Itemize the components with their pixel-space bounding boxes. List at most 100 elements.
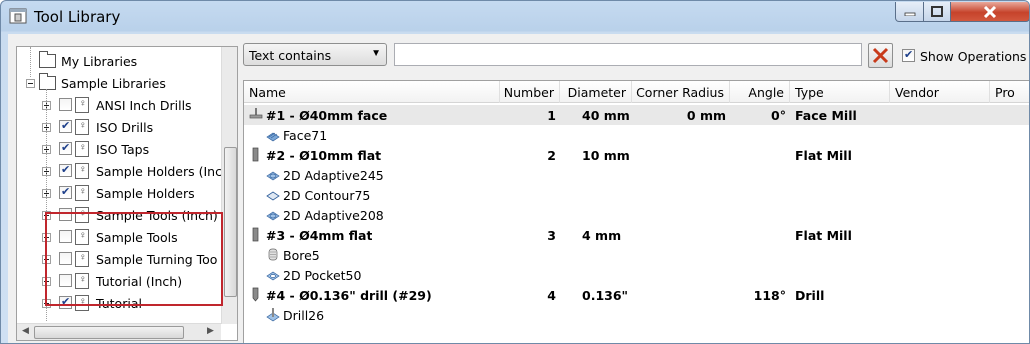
selection-highlight-box (45, 212, 223, 306)
cell-number: 2 (547, 148, 556, 163)
tree-connector-line (30, 47, 31, 77)
cell-corner-radius: 0 mm (686, 108, 726, 123)
tool-row[interactable]: #1 - Ø40mm face 1 40 mm 0 mm 0° Face Mill (244, 105, 1029, 125)
operation-row[interactable]: Drill26 (244, 305, 1029, 325)
cell-diameter: 0.136" (582, 288, 629, 303)
cell-number: 3 (547, 228, 556, 243)
tree-item[interactable]: My Libraries (17, 51, 237, 73)
clear-icon (872, 47, 889, 64)
cell-type: Face Mill (795, 108, 857, 123)
column-header-type[interactable]: Type (790, 81, 890, 103)
operation-name: 2D Pocket50 (283, 268, 362, 283)
filter-search-input[interactable] (394, 43, 862, 66)
tool-table: Name Number Diameter Corner Radius Angle… (243, 80, 1029, 343)
tool-row[interactable]: #2 - Ø10mm flat 2 10 mm Flat Mill (244, 145, 1029, 165)
tree-item[interactable]: ISO Taps (17, 139, 237, 161)
operation-row[interactable]: 2D Contour75 (244, 185, 1029, 205)
tree-item[interactable]: Sample Holders (17, 183, 237, 205)
drill-op-icon (266, 305, 282, 325)
cell-angle: 0° (771, 108, 786, 123)
cell-number: 1 (547, 108, 556, 123)
face-op-icon (266, 125, 282, 145)
collapse-icon[interactable] (26, 79, 35, 88)
filter-mode-value: Text contains (249, 48, 332, 63)
folder-icon (39, 51, 56, 68)
table-header: Name Number Diameter Corner Radius Angle… (244, 81, 1029, 103)
dialog-body: My Libraries Sample Libraries ANSI Inch Dr… (8, 34, 1029, 343)
cell-diameter: 40 mm (582, 108, 630, 123)
tool-name: #1 - Ø40mm face (266, 108, 388, 123)
operation-name: 2D Adaptive208 (283, 208, 384, 223)
cell-type: Drill (795, 288, 825, 303)
cell-diameter: 4 mm (582, 228, 622, 243)
tree-item[interactable]: ANSI Inch Drills (17, 95, 237, 117)
pocket-op-icon (266, 265, 282, 285)
maximize-button[interactable] (923, 2, 951, 22)
scroll-left-icon[interactable]: ◀ (22, 326, 29, 336)
title-bar[interactable]: Tool Library (1, 1, 1029, 34)
column-header-name[interactable]: Name (244, 81, 500, 103)
tool-library-icon (9, 8, 27, 24)
tool-row[interactable]: #3 - Ø4mm flat 3 4 mm Flat Mill (244, 225, 1029, 245)
tool-name: #2 - Ø10mm flat (266, 148, 382, 163)
column-header-number[interactable]: Number (500, 81, 560, 103)
flat-mill-icon (249, 225, 265, 245)
operation-row[interactable]: 2D Adaptive245 (244, 165, 1029, 185)
column-header-vendor[interactable]: Vendor (890, 81, 990, 103)
close-button[interactable] (950, 2, 1029, 22)
adaptive-op-icon (266, 205, 282, 225)
tool-row[interactable]: #4 - Ø0.136" drill (#29) 4 0.136" 118° Drill (244, 285, 1029, 305)
cell-type: Flat Mill (795, 228, 852, 243)
tree-item-label: ISO Drills (96, 120, 154, 135)
library-checkbox[interactable] (59, 98, 72, 111)
column-header-diameter[interactable]: Diameter (560, 81, 632, 103)
contour-op-icon (266, 185, 282, 205)
flat-mill-icon (249, 145, 265, 165)
tree-horizontal-scrollbar[interactable]: ◀ ▶ (17, 323, 221, 340)
tree-horizontal-scroll-thumb[interactable] (34, 326, 184, 339)
window-title: Tool Library (34, 8, 121, 26)
clear-filter-button[interactable] (868, 43, 893, 68)
column-header-product[interactable]: Pro (990, 81, 1029, 103)
tree-item-label: ANSI Inch Drills (96, 98, 192, 113)
operation-row[interactable]: 2D Pocket50 (244, 265, 1029, 285)
library-checkbox[interactable] (59, 141, 72, 155)
tree-vertical-scrollbar[interactable] (221, 47, 237, 324)
minimize-icon (904, 12, 915, 16)
drill-icon (249, 285, 265, 305)
library-icon (75, 163, 89, 179)
scroll-right-icon[interactable]: ▶ (207, 326, 214, 336)
cell-diameter: 10 mm (582, 148, 630, 163)
operation-row[interactable]: Face71 (244, 125, 1029, 145)
tree-item-label: Sample Holders (Inch (96, 164, 230, 179)
library-icon (75, 141, 89, 157)
tool-library-window: Tool Library My Libraries Sample Librarie… (0, 0, 1030, 344)
tree-vertical-scroll-thumb[interactable] (224, 147, 237, 297)
maximize-icon (931, 6, 943, 17)
operation-row[interactable]: 2D Adaptive208 (244, 205, 1029, 225)
minimize-button[interactable] (895, 2, 924, 22)
column-header-corner-radius[interactable]: Corner Radius (632, 81, 730, 103)
tree-item-label: Sample Libraries (61, 76, 166, 91)
library-icon (75, 185, 89, 201)
library-icon (75, 97, 89, 113)
library-icon (75, 119, 89, 135)
operation-row[interactable]: Bore5 (244, 245, 1029, 265)
operation-name: 2D Contour75 (283, 188, 371, 203)
tree-item[interactable]: Sample Holders (Inch (17, 161, 237, 183)
library-checkbox[interactable] (59, 163, 72, 177)
tree-item-label: ISO Taps (96, 142, 150, 157)
cell-type: Flat Mill (795, 148, 852, 163)
library-checkbox[interactable] (59, 185, 72, 199)
operation-name: Drill26 (283, 308, 325, 323)
filter-mode-dropdown[interactable]: Text contains ▼ (243, 43, 387, 66)
tree-item-label: Sample Holders (96, 186, 195, 201)
show-operations-checkbox[interactable] (902, 48, 915, 62)
close-icon (983, 5, 997, 18)
face-mill-icon (249, 105, 265, 125)
tree-item[interactable]: ISO Drills (17, 117, 237, 139)
bore-op-icon (266, 245, 282, 265)
tree-item[interactable]: Sample Libraries (17, 73, 237, 95)
library-checkbox[interactable] (59, 119, 72, 133)
column-header-angle[interactable]: Angle (730, 81, 790, 103)
